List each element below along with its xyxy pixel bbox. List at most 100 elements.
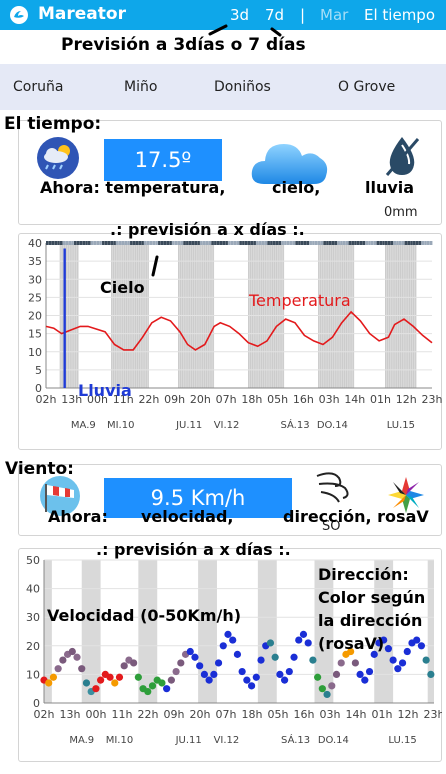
day-label: JU.11 bbox=[175, 735, 202, 746]
x-tick-label: 16h bbox=[293, 393, 314, 406]
sky-mark bbox=[141, 241, 144, 245]
sky-mark bbox=[323, 241, 326, 245]
day-label: MI.10 bbox=[106, 735, 133, 746]
wind-speed-point bbox=[332, 670, 341, 678]
wind-speed-point bbox=[205, 676, 213, 684]
wind-speed-point bbox=[309, 656, 317, 664]
location-mino[interactable]: Miño bbox=[124, 79, 157, 95]
sky-mark bbox=[222, 241, 226, 245]
y-tick-label: 40 bbox=[28, 237, 42, 250]
nav-el-tiempo[interactable]: El tiempo bbox=[364, 6, 435, 24]
sky-mark bbox=[57, 241, 60, 245]
sky-mark bbox=[345, 241, 349, 245]
sky-mark bbox=[104, 241, 108, 245]
x-tick-label: 12h bbox=[396, 393, 417, 406]
location-o-grove[interactable]: O Grove bbox=[338, 79, 395, 95]
annotation-forecast-days-2: .: previsión a x días :. bbox=[96, 540, 291, 559]
sky-mark bbox=[359, 241, 363, 245]
sky-mark bbox=[76, 241, 80, 245]
sky-mark bbox=[132, 241, 136, 245]
location-doninos[interactable]: Doniños bbox=[214, 79, 271, 95]
temperature-rain-chart: 051015202530354002h 13h 00h 11h 22h 09h 20h 07h… bbox=[28, 237, 442, 431]
sky-mark bbox=[424, 241, 427, 245]
wind-speed-point bbox=[356, 670, 364, 678]
sky-mark bbox=[202, 241, 206, 245]
wind-speed-point bbox=[285, 667, 293, 676]
sky-mark bbox=[71, 241, 74, 245]
sky-mark bbox=[298, 241, 301, 245]
sky-mark bbox=[264, 241, 268, 245]
annotation-direccion-line-4: (rosaV) bbox=[318, 634, 385, 653]
wind-speed-point bbox=[219, 642, 227, 650]
sky-mark bbox=[60, 241, 63, 245]
sky-mark bbox=[356, 241, 360, 245]
x-tick-label: 00h bbox=[86, 708, 107, 721]
annotation-direccion-line-2: Color según bbox=[318, 588, 426, 607]
x-tick-label: 23h bbox=[422, 393, 442, 406]
wind-speed-point bbox=[45, 679, 53, 687]
sky-mark bbox=[292, 241, 296, 245]
sky-mark bbox=[188, 241, 192, 245]
sky-mark bbox=[102, 241, 105, 245]
annotation-forecast-note: Previsión a 3días o 7 días bbox=[61, 35, 306, 55]
sky-mark bbox=[208, 241, 212, 245]
x-tick-label: 16h bbox=[294, 708, 315, 721]
wind-speed-point bbox=[427, 670, 435, 678]
sky-mark bbox=[331, 241, 335, 245]
wind-speed-point bbox=[73, 653, 81, 661]
wind-speed-point bbox=[111, 679, 119, 687]
sky-mark bbox=[328, 241, 332, 245]
sky-mark bbox=[256, 241, 259, 245]
location-coruna[interactable]: Coruña bbox=[13, 79, 63, 95]
x-tick-label: 14h bbox=[344, 393, 365, 406]
sky-mark bbox=[351, 241, 354, 245]
sky-mark bbox=[230, 241, 234, 245]
wind-speed-point bbox=[158, 679, 166, 687]
annotation-weather-title: El tiempo: bbox=[4, 114, 102, 134]
sky-mark bbox=[65, 241, 69, 245]
wind-speed-point bbox=[106, 673, 114, 681]
sky-mark bbox=[127, 241, 130, 245]
x-tick-label: 22h bbox=[138, 708, 159, 721]
sky-mark bbox=[79, 241, 83, 245]
sky-mark bbox=[309, 241, 312, 245]
sky-mark bbox=[244, 241, 248, 245]
wind-speed-point bbox=[318, 685, 326, 693]
nav-separator: | bbox=[300, 6, 306, 24]
wind-speed-point bbox=[167, 676, 175, 684]
sky-mark bbox=[116, 241, 119, 245]
wind-speed-point bbox=[82, 679, 91, 687]
x-tick-label: 18h bbox=[241, 393, 262, 406]
sky-mark bbox=[387, 241, 391, 245]
annotation-wind-speed: velocidad, bbox=[141, 507, 234, 526]
sky-mark bbox=[427, 241, 430, 245]
y-tick-label: 25 bbox=[28, 291, 42, 304]
no-rain-drop-icon bbox=[385, 137, 420, 176]
wind-speed-point bbox=[130, 659, 138, 667]
wind-speed-point bbox=[323, 690, 331, 699]
day-label: SÁ.13 bbox=[280, 418, 309, 431]
x-tick-label: 18h bbox=[242, 708, 263, 721]
sky-mark bbox=[121, 241, 125, 245]
annotation-direccion-line-1: Dirección: bbox=[318, 565, 409, 584]
annotation-direccion-line-3: la dirección bbox=[318, 611, 423, 630]
x-tick-label: 11h bbox=[112, 708, 133, 721]
wind-speed-point bbox=[299, 630, 308, 638]
nav-mar[interactable]: Mar bbox=[320, 6, 348, 24]
sky-mark bbox=[376, 241, 380, 245]
x-tick-label: 05h bbox=[268, 708, 289, 721]
wind-speed-point bbox=[196, 662, 204, 670]
sky-mark bbox=[286, 241, 290, 245]
wind-speed-point bbox=[394, 665, 402, 673]
wind-speed-point bbox=[365, 667, 374, 676]
sky-mark bbox=[401, 241, 405, 245]
wind-speed-point bbox=[120, 662, 128, 670]
sky-mark bbox=[348, 241, 352, 245]
sky-mark bbox=[200, 241, 203, 245]
y-tick-label: 20 bbox=[26, 640, 40, 653]
sky-mark bbox=[312, 241, 315, 245]
y-tick-label: 5 bbox=[35, 364, 42, 377]
sky-mark bbox=[421, 241, 425, 245]
day-label: VI.12 bbox=[214, 735, 240, 746]
sky-mark bbox=[354, 241, 357, 245]
